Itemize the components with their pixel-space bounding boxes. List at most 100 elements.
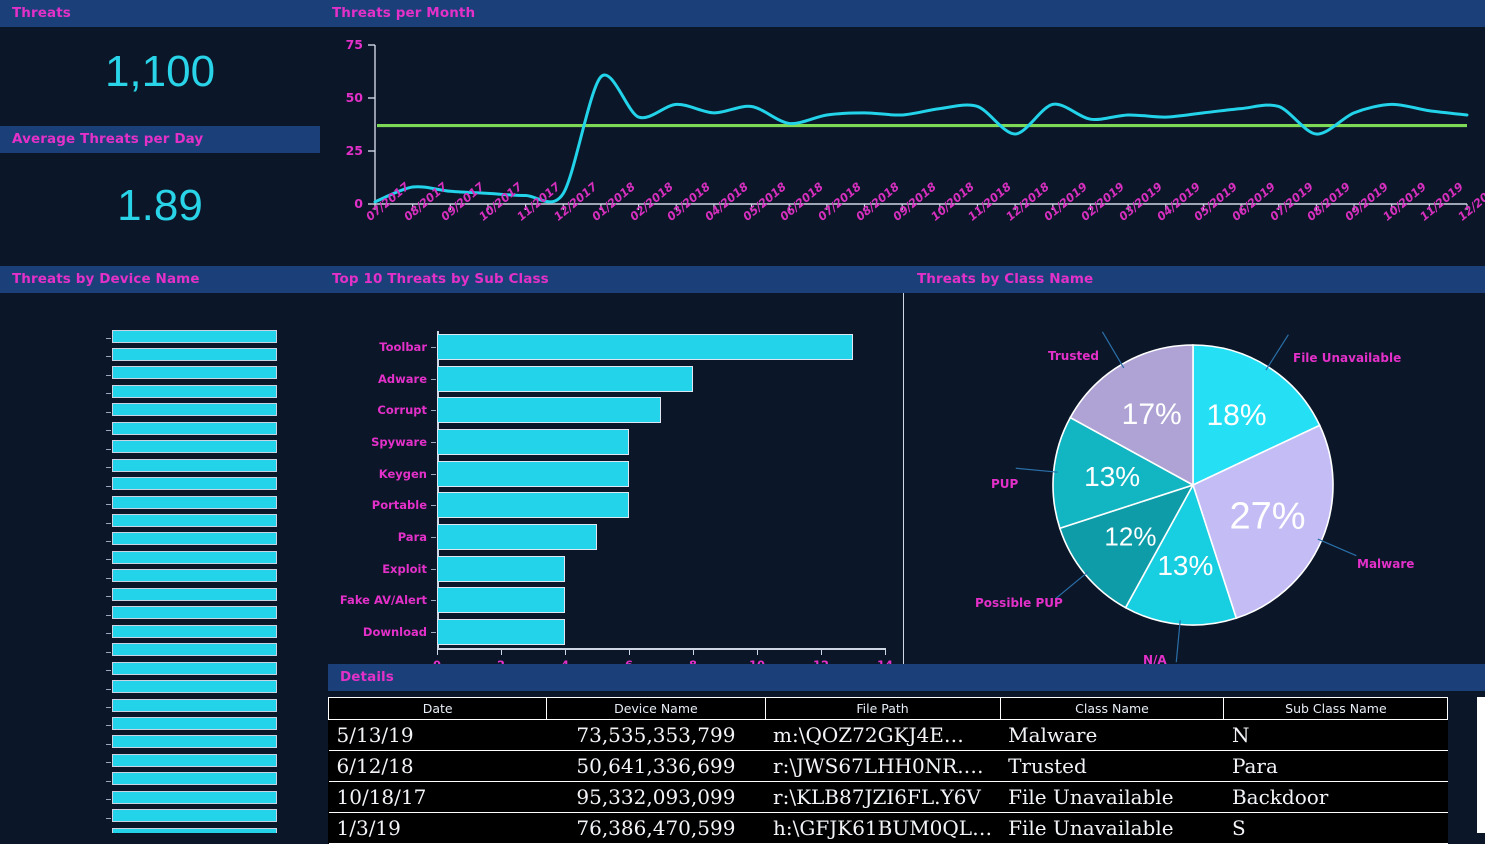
device-bar[interactable] xyxy=(112,477,277,490)
pie-category-label: PUP xyxy=(991,477,1018,491)
table-row[interactable]: 10/18/1795,332,093,099r:\KLB87JZI6FL.Y6V… xyxy=(329,782,1448,813)
device-bar[interactable] xyxy=(112,330,277,343)
panel-device-header: Threats by Device Name xyxy=(0,266,320,293)
device-bar[interactable] xyxy=(112,735,277,748)
details-column-header[interactable]: Device Name xyxy=(547,698,765,720)
panel-threats-header: Threats xyxy=(0,0,320,27)
device-bar[interactable] xyxy=(112,643,277,656)
panel-threats-by-class: Threats by Class Name 18%27%13%12%13%17%… xyxy=(905,266,1485,664)
panel-avg-title: Average Threats per Day xyxy=(12,131,203,147)
line-y-tick-label: 50 xyxy=(320,90,363,105)
device-bar[interactable] xyxy=(112,366,277,379)
panel-subclass-title: Top 10 Threats by Sub Class xyxy=(332,271,549,287)
subclass-category-label: Fake AV/Alert xyxy=(320,593,427,607)
device-bar[interactable] xyxy=(112,459,277,472)
device-bar[interactable] xyxy=(112,699,277,712)
device-bar[interactable] xyxy=(112,588,277,601)
device-bar[interactable] xyxy=(112,551,277,564)
device-bar[interactable] xyxy=(112,514,277,527)
subclass-axis-tick xyxy=(431,410,436,411)
subclass-category-label: Keygen xyxy=(320,467,427,481)
device-bar[interactable] xyxy=(112,662,277,675)
panel-threats: Threats 1,100 xyxy=(0,0,320,126)
details-cell-subclass: S xyxy=(1224,813,1448,844)
subclass-bar[interactable] xyxy=(437,619,565,645)
device-axis-tick xyxy=(106,762,111,763)
subclass-bar[interactable] xyxy=(437,587,565,613)
details-cell-path: m:\QOZ72GKJ4E… xyxy=(765,720,1000,751)
subclass-axis-tick xyxy=(431,442,436,443)
table-row[interactable]: 1/3/1976,386,470,599h:\GFJK61BUM0QL…File… xyxy=(329,813,1448,844)
details-column-header[interactable]: Class Name xyxy=(1000,698,1224,720)
device-bar[interactable] xyxy=(112,754,277,767)
device-bar[interactable] xyxy=(112,828,277,833)
subclass-axis-tick xyxy=(431,537,436,538)
panel-avg-body: 1.89 xyxy=(0,153,320,266)
device-bar[interactable] xyxy=(112,496,277,509)
table-row[interactable]: 6/12/1850,641,336,699r:\JWS67LHH0NR.…Tru… xyxy=(329,751,1448,782)
subclass-axis-tick xyxy=(431,569,436,570)
device-axis-tick xyxy=(106,412,111,413)
device-bar[interactable] xyxy=(112,680,277,693)
device-bar[interactable] xyxy=(112,403,277,416)
device-bar[interactable] xyxy=(112,348,277,361)
subclass-axis-tick xyxy=(431,632,436,633)
panel-month-title: Threats per Month xyxy=(332,5,475,21)
details-table-body[interactable]: 5/13/1973,535,353,799m:\QOZ72GKJ4E…Malwa… xyxy=(329,720,1448,844)
details-cell-date: 5/13/19 xyxy=(329,720,547,751)
device-axis-tick xyxy=(106,559,111,560)
panel-subclass-body: ToolbarAdwareCorruptSpywareKeygenPortabl… xyxy=(320,293,905,664)
details-cell-device: 73,535,353,799 xyxy=(547,720,765,751)
panel-class-title: Threats by Class Name xyxy=(917,271,1093,287)
panel-top10-subclass: Top 10 Threats by Sub Class ToolbarAdwar… xyxy=(320,266,905,664)
device-bar[interactable] xyxy=(112,791,277,804)
device-bar[interactable] xyxy=(112,569,277,582)
threats-by-device-chart: 1746648099409945743997353535379976308574… xyxy=(0,293,320,833)
device-axis-tick xyxy=(106,430,111,431)
subclass-bar[interactable] xyxy=(437,461,629,487)
subclass-axis-tick xyxy=(431,347,436,348)
device-bar[interactable] xyxy=(112,772,277,785)
subclass-bar[interactable] xyxy=(437,397,661,423)
device-bar[interactable] xyxy=(112,532,277,545)
details-column-header[interactable]: Sub Class Name xyxy=(1224,698,1448,720)
bar-x-tick xyxy=(629,648,630,655)
device-bar[interactable] xyxy=(112,809,277,822)
details-table-scrollbar[interactable] xyxy=(1477,697,1485,833)
details-table[interactable]: DateDevice NameFile PathClass NameSub Cl… xyxy=(328,697,1448,844)
subclass-bar[interactable] xyxy=(437,556,565,582)
subclass-bar[interactable] xyxy=(437,429,629,455)
line-y-tick-label: 75 xyxy=(320,37,363,52)
subclass-bar[interactable] xyxy=(437,366,693,392)
device-bar[interactable] xyxy=(112,440,277,453)
device-bar[interactable] xyxy=(112,717,277,730)
details-cell-device: 76,386,470,599 xyxy=(547,813,765,844)
subclass-category-label: Para xyxy=(320,530,427,544)
details-cell-path: r:\KLB87JZI6FL.Y6V xyxy=(765,782,1000,813)
device-axis-tick xyxy=(106,689,111,690)
device-axis-tick xyxy=(106,670,111,671)
device-bar[interactable] xyxy=(112,625,277,638)
details-cell-path: r:\JWS67LHH0NR.… xyxy=(765,751,1000,782)
avg-threats-value: 1.89 xyxy=(0,181,320,231)
device-bar[interactable] xyxy=(112,422,277,435)
pie-slice-percent: 12% xyxy=(1104,521,1156,552)
device-axis-tick xyxy=(106,633,111,634)
details-column-header[interactable]: Date xyxy=(329,698,547,720)
chart-divider xyxy=(903,293,904,664)
subclass-bar[interactable] xyxy=(437,492,629,518)
device-bar[interactable] xyxy=(112,385,277,398)
bar-x-tick xyxy=(821,648,822,655)
details-column-header[interactable]: File Path xyxy=(765,698,1000,720)
table-row[interactable]: 5/13/1973,535,353,799m:\QOZ72GKJ4E…Malwa… xyxy=(329,720,1448,751)
details-cell-class: File Unavailable xyxy=(1000,813,1224,844)
device-axis-tick xyxy=(106,449,111,450)
device-axis-tick xyxy=(106,818,111,819)
details-cell-date: 10/18/17 xyxy=(329,782,547,813)
device-bar[interactable] xyxy=(112,606,277,619)
pie-slice-percent: 13% xyxy=(1157,550,1213,582)
panel-month-header: Threats per Month xyxy=(320,0,1485,27)
subclass-bar[interactable] xyxy=(437,524,597,550)
subclass-bar[interactable] xyxy=(437,334,853,360)
details-cell-class: Malware xyxy=(1000,720,1224,751)
